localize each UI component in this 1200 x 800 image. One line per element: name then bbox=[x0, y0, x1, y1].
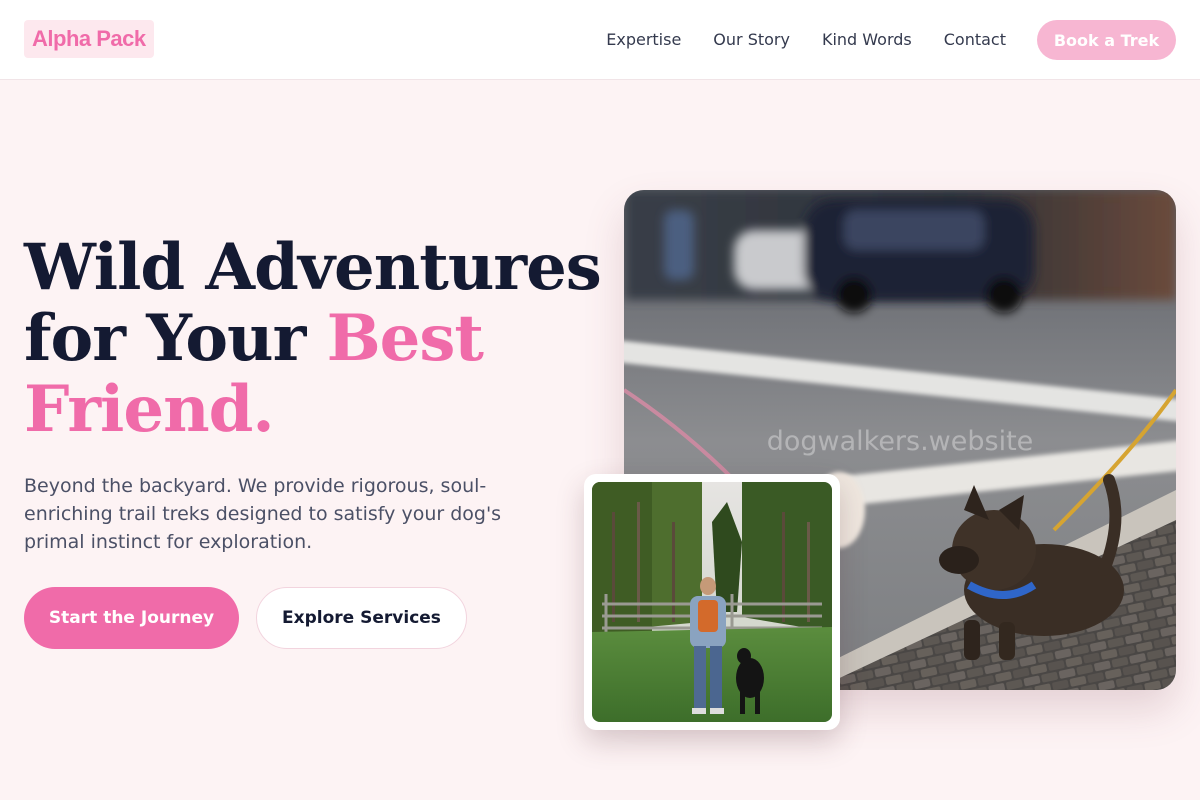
nav-link-contact[interactable]: Contact bbox=[944, 28, 1006, 52]
hero-photo-forest-walk bbox=[584, 474, 840, 730]
book-a-trek-button[interactable]: Book a Trek bbox=[1037, 20, 1176, 60]
nav-link-expertise[interactable]: Expertise bbox=[606, 28, 681, 52]
main-nav: Expertise Our Story Kind Words Contact bbox=[606, 28, 1006, 52]
hero-headline: Wild Adventures for Your Best Friend. bbox=[24, 232, 604, 445]
forest-walk-photo-frame bbox=[592, 482, 832, 722]
photo-watermark: dogwalkers.website bbox=[766, 426, 1034, 457]
headline-line-1: Wild Adventures bbox=[24, 230, 602, 305]
hero-subtext: Beyond the backyard. We provide rigorous… bbox=[24, 475, 502, 553]
brand-logo[interactable]: Alpha Pack bbox=[24, 20, 154, 58]
start-journey-button[interactable]: Start the Journey bbox=[24, 587, 239, 649]
headline-line-2: for Your bbox=[24, 301, 327, 376]
nav-link-our-story[interactable]: Our Story bbox=[713, 28, 790, 52]
site-header: Alpha Pack Expertise Our Story Kind Word… bbox=[0, 0, 1200, 80]
forest-walk-photo bbox=[592, 482, 832, 722]
nav-link-kind-words[interactable]: Kind Words bbox=[822, 28, 912, 52]
explore-services-button[interactable]: Explore Services bbox=[256, 587, 467, 649]
